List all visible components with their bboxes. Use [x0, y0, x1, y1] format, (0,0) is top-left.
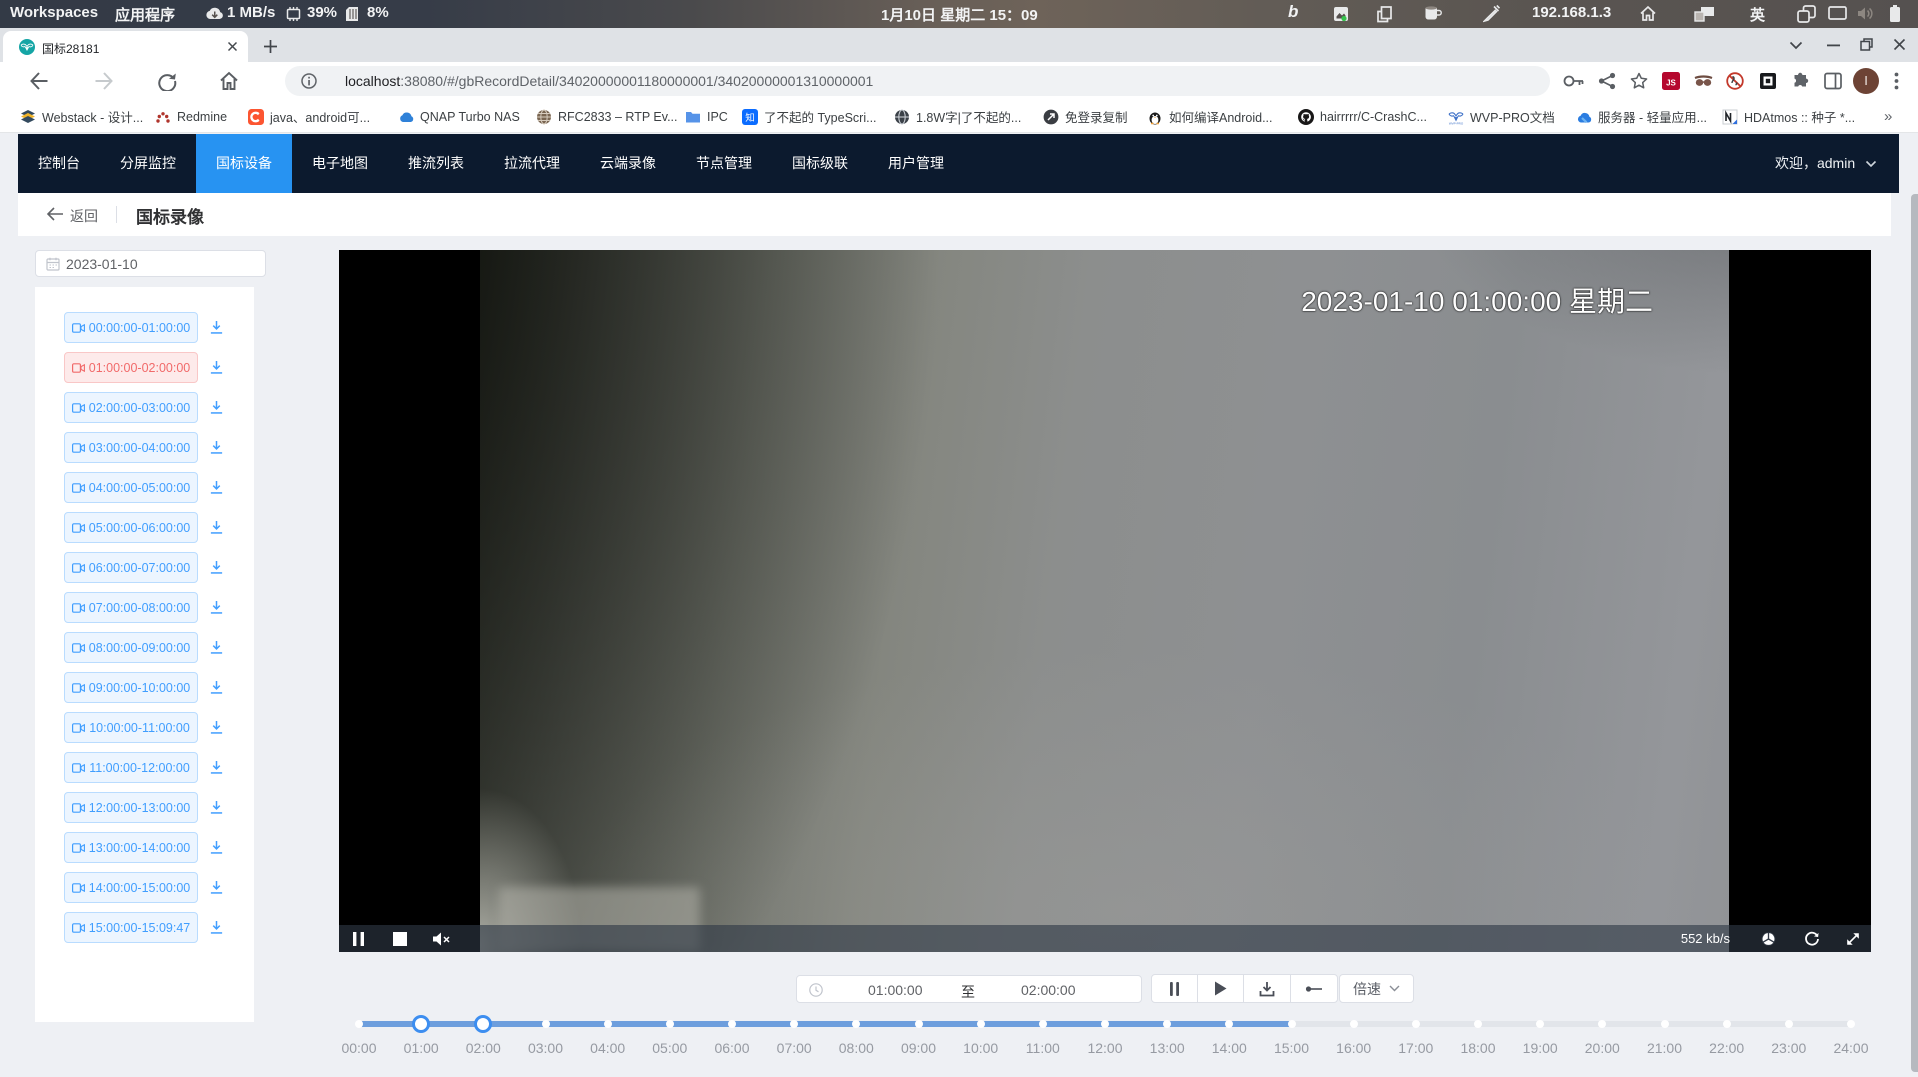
- svg-text:WVP-PRO: WVP-PRO: [1449, 121, 1464, 125]
- svg-text:知: 知: [745, 112, 755, 124]
- svg-text:JS: JS: [1666, 79, 1676, 88]
